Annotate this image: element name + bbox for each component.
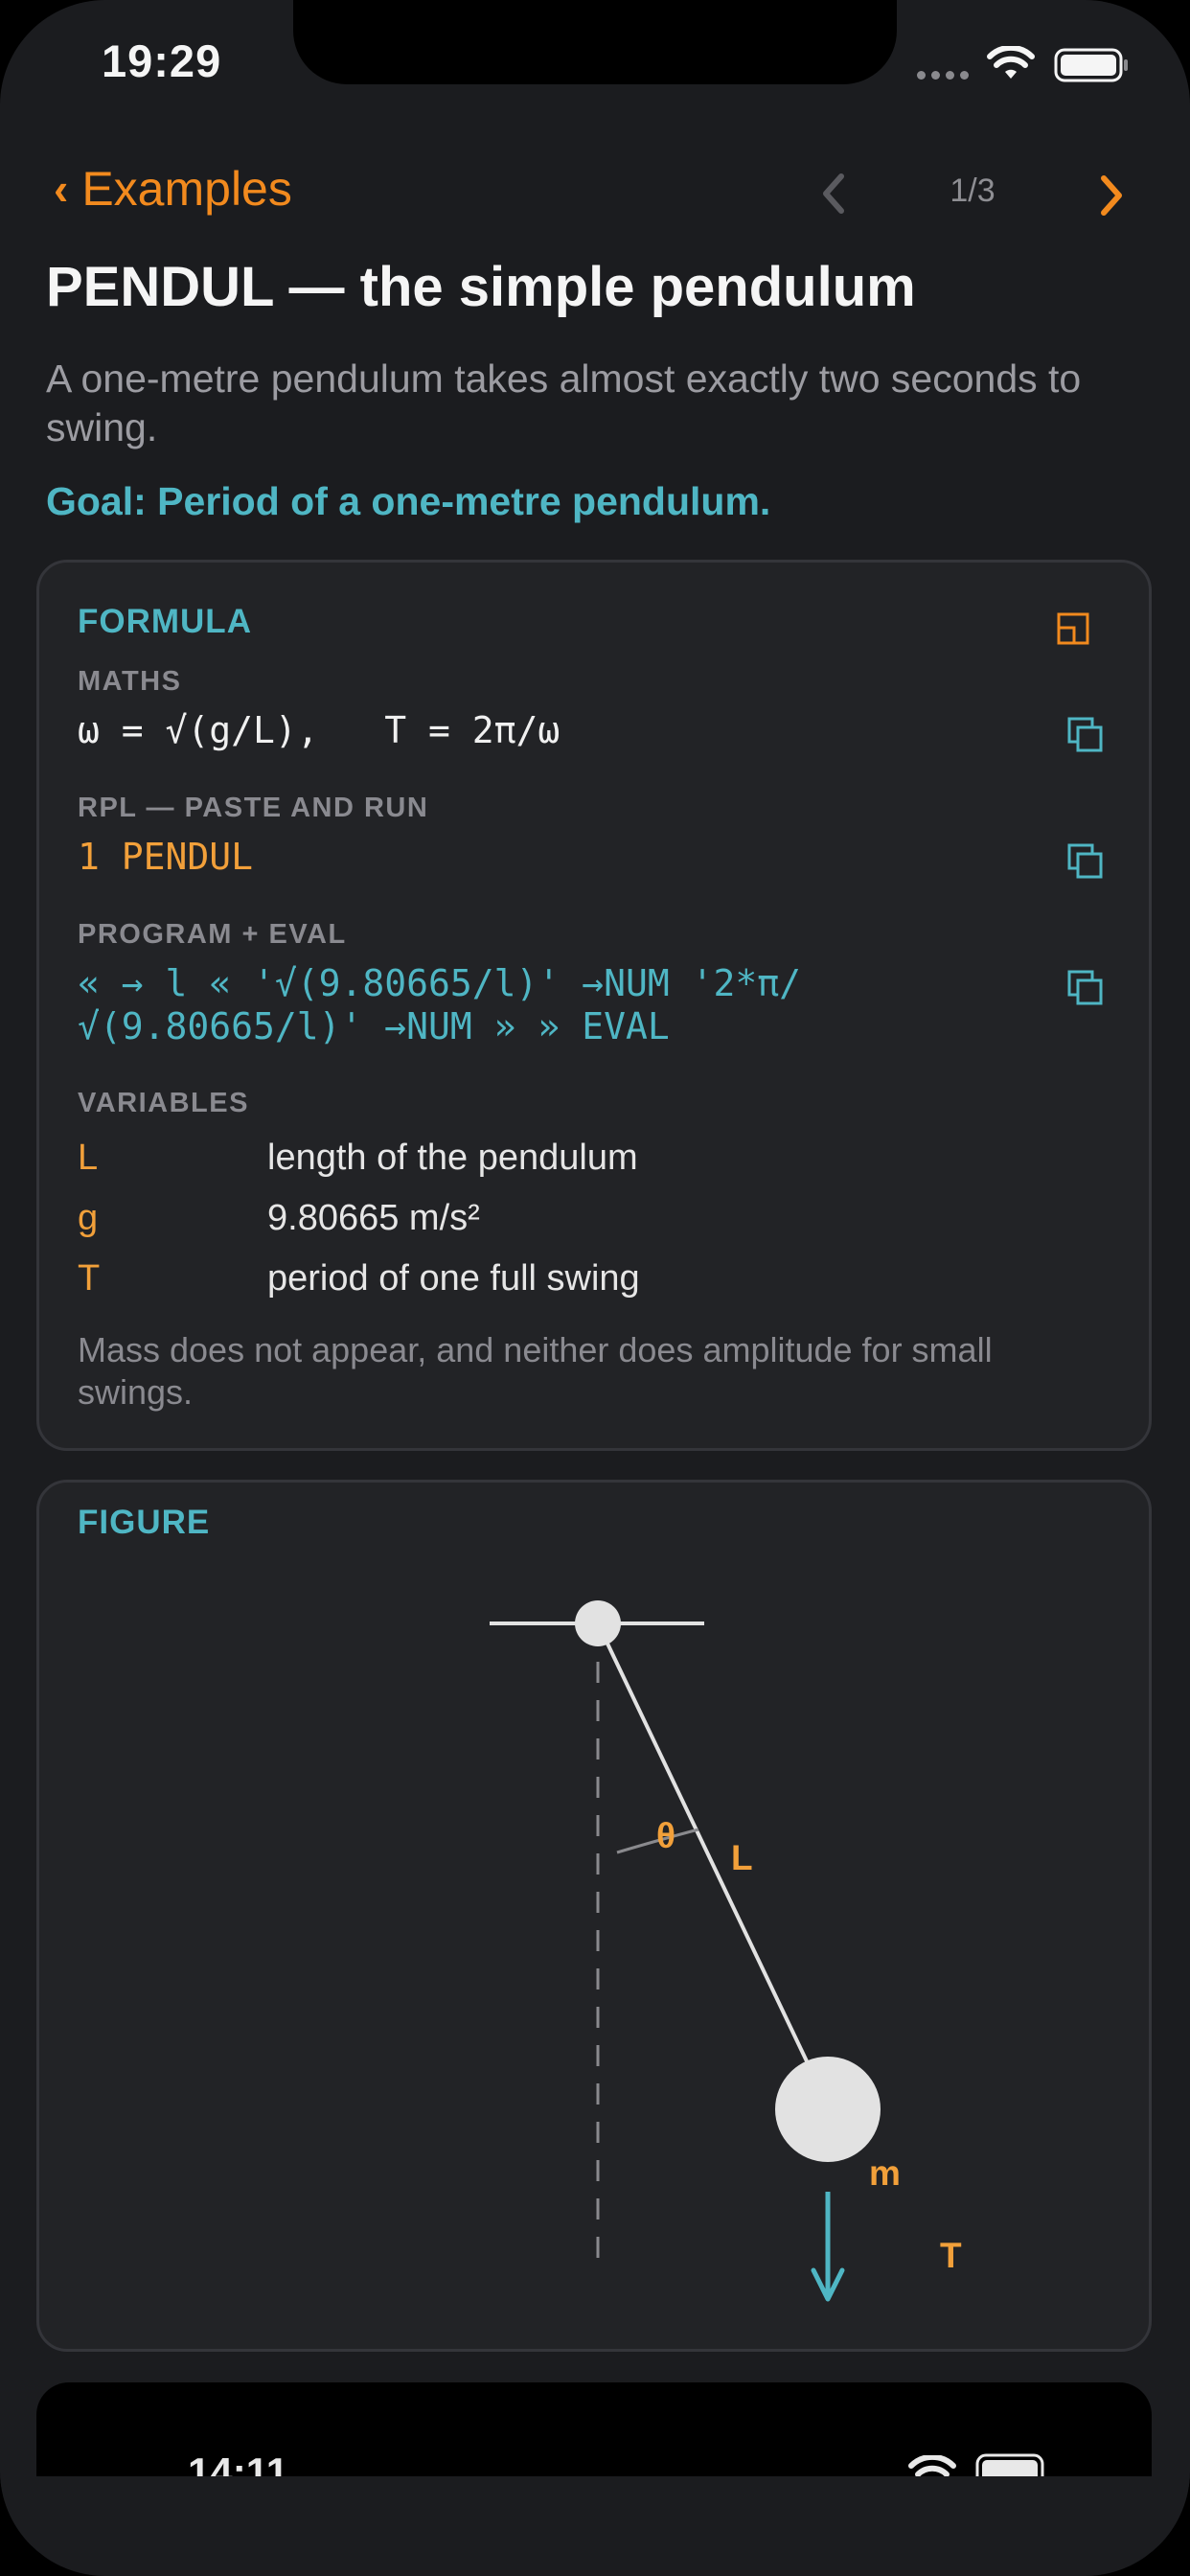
page-title: PENDUL — the simple pendulum bbox=[46, 256, 916, 318]
copy-program-icon[interactable] bbox=[1066, 969, 1105, 1007]
rpl-command: 1 PENDUL bbox=[78, 836, 254, 878]
wifi-icon bbox=[987, 46, 1035, 79]
mass-label: m bbox=[869, 2153, 901, 2193]
back-button[interactable]: ‹ Examples bbox=[54, 161, 292, 217]
variable-row: g 9.80665 m/s² bbox=[78, 1198, 480, 1239]
program-line-2: √(9.80665/l)' →NUM » » EVAL bbox=[78, 1005, 670, 1047]
copy-maths-icon[interactable] bbox=[1066, 716, 1105, 754]
variable-description: length of the pendulum bbox=[267, 1138, 638, 1178]
variable-description: period of one full swing bbox=[267, 1258, 640, 1299]
variable-symbol: g bbox=[78, 1198, 99, 1238]
pendulum-string bbox=[596, 1622, 830, 2106]
rpl-label: RPL — PASTE AND RUN bbox=[78, 793, 429, 823]
page-indicator: 1/3 bbox=[950, 172, 995, 209]
notch bbox=[293, 0, 897, 84]
cellular-signal-icon bbox=[917, 71, 969, 80]
status-time: 19:29 bbox=[102, 35, 222, 86]
goal-text: Goal: Period of a one-metre pendulum. bbox=[46, 479, 771, 523]
pendulum-bob bbox=[775, 2057, 881, 2162]
variables-label: VARIABLES bbox=[78, 1088, 249, 1118]
formula-note: Mass does not appear, and neither does a… bbox=[78, 1330, 993, 1412]
maths-label: MATHS bbox=[78, 666, 182, 697]
figure-card: FIGURE θ L m T bbox=[36, 1480, 1152, 2352]
back-label: Examples bbox=[81, 162, 292, 216]
length-label: L bbox=[731, 1838, 753, 1877]
pendulum-figure: θ L m T bbox=[490, 1600, 962, 2302]
prev-chevron-icon[interactable] bbox=[814, 165, 853, 222]
variable-description: 9.80665 m/s² bbox=[267, 1198, 480, 1238]
program-line-1: « → l « '√(9.80665/l)' →NUM '2*π/ bbox=[78, 962, 801, 1004]
next-chevron-icon[interactable] bbox=[1092, 165, 1131, 222]
maths-formula: ω = √(g/L), T = 2π/ω bbox=[78, 709, 561, 751]
back-chevron-icon: ‹ bbox=[54, 164, 69, 214]
formula-card: FORMULA MATHS ω = √(g/L), T = 2π/ω RPL —… bbox=[36, 560, 1152, 1451]
theta-label: θ bbox=[656, 1816, 675, 1855]
formula-card-label: FORMULA bbox=[78, 603, 252, 640]
battery-icon bbox=[1054, 48, 1128, 82]
variable-row: L length of the pendulum bbox=[78, 1138, 638, 1179]
phone-screen: 19:29 ‹ Examples 1/3 PENDUL — the simple… bbox=[0, 0, 1190, 2576]
pivot bbox=[575, 1600, 621, 1646]
variable-symbol: T bbox=[78, 1258, 101, 1299]
bottom-band bbox=[0, 2476, 1190, 2576]
expand-icon[interactable] bbox=[1055, 610, 1093, 649]
program-label: PROGRAM + EVAL bbox=[78, 919, 347, 950]
period-label: T bbox=[940, 2236, 962, 2275]
variable-row: T period of one full swing bbox=[78, 1258, 640, 1300]
page-subtitle: A one-metre pendulum takes almost exactl… bbox=[46, 356, 1082, 449]
copy-rpl-icon[interactable] bbox=[1066, 842, 1105, 881]
variable-symbol: L bbox=[78, 1138, 99, 1178]
